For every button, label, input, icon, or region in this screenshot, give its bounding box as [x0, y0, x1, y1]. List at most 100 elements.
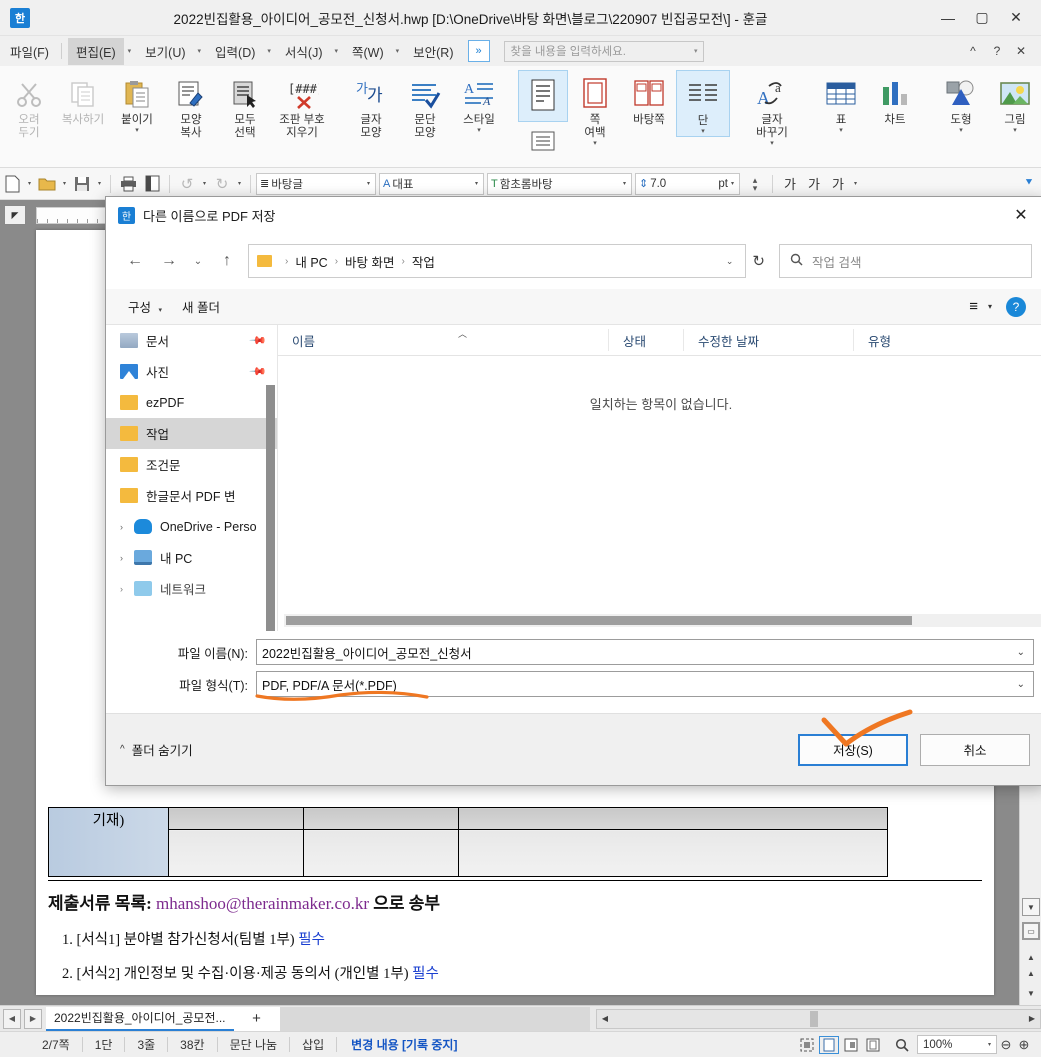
- new-tab-button[interactable]: +: [233, 1006, 280, 1031]
- zoom-combo[interactable]: 100% ▾: [917, 1035, 997, 1054]
- chevron-down-icon[interactable]: ▾: [1013, 127, 1017, 135]
- status-insert-mode[interactable]: 삽입: [290, 1036, 336, 1053]
- chevron-down-icon[interactable]: ▾: [770, 140, 774, 148]
- chevron-right-icon[interactable]: ›: [120, 553, 134, 563]
- hscroll-right-icon[interactable]: ▶: [1024, 1014, 1040, 1023]
- page-layout-alt-button[interactable]: [518, 124, 568, 154]
- print-icon[interactable]: [116, 172, 140, 196]
- italic-button[interactable]: 가: [802, 172, 826, 196]
- paragraph-shape-button[interactable]: 문단 모양: [398, 70, 452, 140]
- page-margin-button[interactable]: 쪽 여백 ▾: [568, 70, 622, 148]
- clear-marks-button[interactable]: [###] 조판 부호지우기: [272, 70, 332, 140]
- font-size-combo[interactable]: ⇕ 7.0 pt ▾: [635, 172, 740, 195]
- column-header-status[interactable]: 상태: [608, 329, 683, 351]
- chart-button[interactable]: 차트: [868, 70, 922, 127]
- chevron-down-icon[interactable]: ⌄: [718, 256, 742, 267]
- style-button[interactable]: A A 스타일 ▾: [452, 70, 506, 135]
- pin-icon[interactable]: 📌: [249, 362, 268, 381]
- next-page-icon[interactable]: ▼: [1022, 984, 1040, 1002]
- hscroll-thumb[interactable]: [809, 1010, 818, 1027]
- dialog-search-input[interactable]: 작업 검색: [779, 244, 1032, 278]
- menu-input[interactable]: 입력(D): [207, 38, 263, 65]
- collapse-ribbon-icon[interactable]: ^: [961, 44, 985, 58]
- page-selector-icon[interactable]: ▭: [1022, 922, 1040, 940]
- hscroll-left-icon[interactable]: ◀: [597, 1014, 613, 1023]
- up-icon[interactable]: ↑: [210, 245, 244, 277]
- column-header-modified[interactable]: 수정한 날짜: [683, 329, 853, 351]
- maximize-button[interactable]: ▢: [965, 4, 999, 32]
- menu-edit[interactable]: 편집(E): [67, 37, 124, 65]
- chevron-down-icon[interactable]: ▾: [234, 180, 245, 187]
- chevron-down-icon[interactable]: ▾: [728, 180, 737, 187]
- fit-view-icon[interactable]: [797, 1036, 817, 1054]
- page-layout-button[interactable]: [518, 70, 568, 122]
- sidebar-scrollbar[interactable]: [266, 385, 275, 631]
- zoom-out-button[interactable]: ⊖: [997, 1037, 1015, 1053]
- chevron-down-icon[interactable]: ▾: [988, 302, 1006, 311]
- menu-view[interactable]: 보기(U): [137, 38, 193, 65]
- select-all-button[interactable]: 모두 선택: [218, 70, 272, 140]
- undo-icon[interactable]: ↺: [175, 172, 199, 196]
- column-header-type[interactable]: 유형: [853, 329, 973, 351]
- single-view-icon[interactable]: [863, 1036, 883, 1054]
- toolbar-overflow-icon[interactable]: ⯆: [1017, 172, 1041, 196]
- close-doc-icon[interactable]: ✕: [1009, 44, 1033, 58]
- open-file-icon[interactable]: [35, 172, 59, 196]
- style-combo[interactable]: ≣ 바탕글 ▾: [256, 172, 376, 195]
- new-document-icon[interactable]: [0, 172, 24, 196]
- new-folder-button[interactable]: 새 폴더: [172, 293, 230, 320]
- font-shape-button[interactable]: 가 가 글자 모양: [344, 70, 398, 140]
- sidebar-item-work[interactable]: 작업: [106, 418, 277, 449]
- menu-file[interactable]: 파일(F): [2, 38, 57, 65]
- sidebar-scroll-thumb[interactable]: [266, 385, 275, 631]
- tab-next-button[interactable]: ▶: [24, 1008, 42, 1029]
- sidebar-item-conditions[interactable]: 조건문: [106, 449, 277, 480]
- chevron-down-icon[interactable]: ▾: [194, 47, 206, 55]
- chevron-down-icon[interactable]: ▾: [472, 180, 481, 187]
- file-list-scroll-thumb[interactable]: [286, 616, 912, 625]
- view-options-icon[interactable]: ≡: [959, 294, 988, 319]
- chevron-down-icon[interactable]: ▾: [694, 47, 703, 55]
- hide-folders-toggle[interactable]: ^ 폴더 숨기기: [120, 740, 193, 759]
- cut-button[interactable]: 오려 두기: [2, 70, 56, 140]
- menu-page[interactable]: 쪽(W): [344, 38, 392, 65]
- size-stepper[interactable]: ▴ ▾: [743, 172, 767, 196]
- chevron-down-icon[interactable]: ▾: [159, 307, 163, 314]
- shape-button[interactable]: 도형 ▾: [934, 70, 988, 135]
- chevron-down-icon[interactable]: ▾: [392, 47, 404, 55]
- chevron-down-icon[interactable]: ▾: [330, 47, 342, 55]
- chevron-down-icon[interactable]: ▾: [24, 180, 35, 187]
- chevron-down-icon[interactable]: ⌄: [1009, 647, 1033, 658]
- chevron-down-icon[interactable]: ▾: [850, 180, 861, 187]
- organize-button[interactable]: 구성 ▾: [118, 293, 172, 320]
- prev-page-icon-2[interactable]: ▲: [1022, 964, 1040, 982]
- level-combo[interactable]: A 대표 ▾: [379, 172, 484, 195]
- sidebar-item-pictures[interactable]: 사진 📌: [106, 356, 277, 387]
- sidebar-item-ezpdf[interactable]: ezPDF: [106, 387, 277, 418]
- breadcrumb-item-pc[interactable]: 내 PC: [294, 252, 328, 271]
- zoom-search-icon[interactable]: [892, 1036, 912, 1054]
- menu-search-input[interactable]: 찾을 내용을 입력하세요. ▾: [503, 40, 704, 62]
- chevron-down-icon[interactable]: ▾: [124, 47, 136, 55]
- underline-button[interactable]: 가: [826, 172, 850, 196]
- chevron-down-icon[interactable]: ▾: [364, 180, 373, 187]
- sidebar-item-hwp-pdf[interactable]: 한글문서 PDF 변: [106, 480, 277, 511]
- back-icon[interactable]: ←: [118, 245, 152, 277]
- save-button[interactable]: 저장(S): [798, 733, 908, 766]
- picture-button[interactable]: 그림 ▾: [988, 70, 1041, 135]
- chevron-down-icon[interactable]: ▾: [477, 127, 481, 135]
- chevron-right-icon[interactable]: ›: [120, 584, 134, 594]
- chevron-down-icon[interactable]: ▾: [593, 140, 597, 148]
- sidebar-item-mypc[interactable]: › 내 PC: [106, 542, 277, 573]
- chevron-down-icon[interactable]: ▾: [135, 127, 139, 135]
- chevron-down-icon[interactable]: ▾: [94, 180, 105, 187]
- breadcrumb-item-work[interactable]: 작업: [411, 252, 436, 271]
- menu-security[interactable]: 보안(R): [405, 38, 461, 65]
- help-icon[interactable]: ?: [1006, 296, 1026, 317]
- close-button[interactable]: ✕: [999, 4, 1033, 32]
- status-change-tracking[interactable]: 변경 내용 [기록 중지]: [337, 1036, 471, 1053]
- page-view-icon[interactable]: [819, 1035, 839, 1054]
- recent-locations-icon[interactable]: ⌄: [186, 245, 210, 277]
- chevron-down-icon[interactable]: ▾: [263, 47, 275, 55]
- help-icon[interactable]: ?: [985, 44, 1009, 58]
